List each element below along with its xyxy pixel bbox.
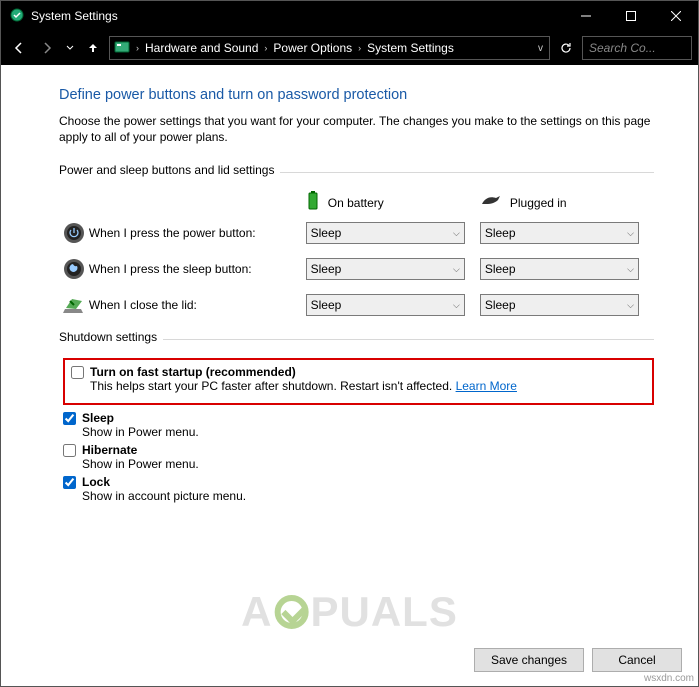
address-bar[interactable]: › Hardware and Sound › Power Options › S… (109, 36, 550, 60)
chevron-right-icon[interactable]: › (134, 43, 141, 53)
row-power-button: When I press the power button: Sleep⌵ Sl… (59, 222, 654, 244)
cancel-button[interactable]: Cancel (592, 648, 682, 672)
page-description: Choose the power settings that you want … (59, 113, 654, 145)
plug-icon (480, 194, 502, 211)
sleep-option: Sleep Show in Power menu. (63, 411, 654, 439)
lid-battery-select[interactable]: Sleep⌵ (306, 294, 465, 316)
sleep-button-plugged-select[interactable]: Sleep⌵ (480, 258, 639, 280)
search-input[interactable]: Search Co... (582, 36, 692, 60)
recent-dropdown[interactable] (63, 36, 77, 60)
lock-checkbox[interactable] (63, 476, 76, 489)
col-plugged-in: Plugged in (480, 191, 654, 214)
hibernate-checkbox[interactable] (63, 444, 76, 457)
highlight-box: Turn on fast startup (recommended) This … (63, 358, 654, 405)
chevron-right-icon[interactable]: › (262, 43, 269, 53)
breadcrumb-hardware[interactable]: Hardware and Sound (145, 41, 258, 55)
power-button-battery-select[interactable]: Sleep⌵ (306, 222, 465, 244)
group-power-buttons: Power and sleep buttons and lid settings (59, 163, 654, 181)
watermark: APUALS (241, 588, 458, 636)
power-button-icon (59, 222, 89, 244)
sleep-checkbox[interactable] (63, 412, 76, 425)
forward-button[interactable] (35, 36, 59, 60)
fast-startup-option: Turn on fast startup (recommended) This … (71, 365, 646, 393)
back-button[interactable] (7, 36, 31, 60)
up-button[interactable] (81, 36, 105, 60)
chevron-down-icon: ⌵ (453, 264, 460, 275)
control-panel-icon (114, 39, 130, 58)
titlebar: System Settings (1, 1, 698, 31)
row-close-lid: When I close the lid: Sleep⌵ Sleep⌵ (59, 294, 654, 316)
refresh-button[interactable] (554, 36, 578, 60)
column-headers: On battery Plugged in (59, 191, 654, 214)
app-icon (9, 7, 25, 26)
address-dropdown[interactable]: v (536, 43, 545, 54)
breadcrumb-system-settings[interactable]: System Settings (367, 41, 454, 55)
content-area: Define power buttons and turn on passwor… (1, 65, 698, 503)
page-heading: Define power buttons and turn on passwor… (59, 87, 654, 103)
chevron-down-icon: ⌵ (453, 300, 460, 311)
maximize-button[interactable] (608, 1, 653, 31)
source-mark: wsxdn.com (644, 673, 694, 684)
sleep-button-icon (59, 258, 89, 280)
group-shutdown: Shutdown settings (59, 330, 654, 348)
chevron-down-icon: ⌵ (453, 228, 460, 239)
chevron-down-icon: ⌵ (627, 264, 634, 275)
navbar: › Hardware and Sound › Power Options › S… (1, 31, 698, 65)
breadcrumb-power[interactable]: Power Options (273, 41, 352, 55)
fast-startup-checkbox[interactable] (71, 366, 84, 379)
sleep-button-battery-select[interactable]: Sleep⌵ (306, 258, 465, 280)
row-sleep-button: When I press the sleep button: Sleep⌵ Sl… (59, 258, 654, 280)
learn-more-link[interactable]: Learn More (456, 379, 517, 393)
save-changes-button[interactable]: Save changes (474, 648, 584, 672)
chevron-down-icon: ⌵ (627, 228, 634, 239)
hibernate-option: Hibernate Show in Power menu. (63, 443, 654, 471)
lock-option: Lock Show in account picture menu. (63, 475, 654, 503)
lid-plugged-select[interactable]: Sleep⌵ (480, 294, 639, 316)
lid-icon (59, 295, 89, 315)
chevron-down-icon: ⌵ (627, 300, 634, 311)
group-label: Shutdown settings (59, 330, 157, 344)
minimize-button[interactable] (563, 1, 608, 31)
battery-icon (306, 191, 320, 214)
col-on-battery: On battery (306, 191, 480, 214)
power-button-plugged-select[interactable]: Sleep⌵ (480, 222, 639, 244)
watermark-check-icon (274, 595, 308, 629)
window-title: System Settings (31, 9, 563, 23)
chevron-right-icon[interactable]: › (356, 43, 363, 53)
close-button[interactable] (653, 1, 698, 31)
group-label: Power and sleep buttons and lid settings (59, 163, 274, 177)
footer-buttons: Save changes Cancel (474, 648, 682, 672)
